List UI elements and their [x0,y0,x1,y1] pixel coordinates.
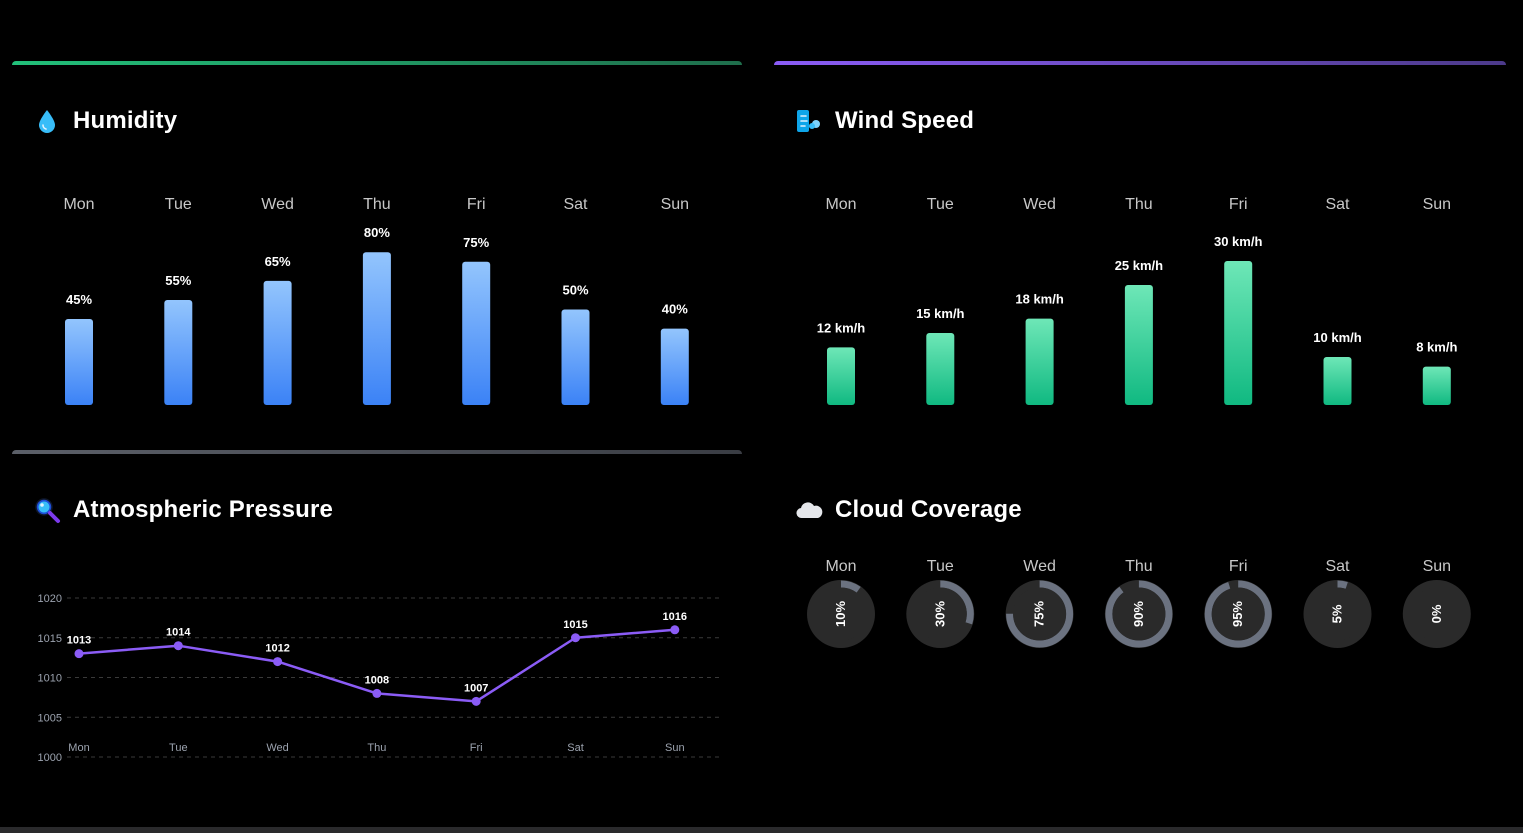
point-mon [74,649,84,659]
cloud-value-thu: 90% [1131,601,1146,627]
day-label-wed: Wed [261,196,294,213]
bar-value-label-wed: 18 km/h [1015,292,1063,307]
bar-value-label-thu: 25 km/h [1115,258,1163,273]
humidity-card: Humidity Mon 45% Tue 55% Wed 65% Thu 80% Fri 75% S… [12,61,742,446]
bar-thu [362,252,391,405]
bar-wed [1025,318,1054,405]
point-sun [670,625,680,635]
day-label-sun: Sun [661,196,689,213]
point-label-sun: 1016 [663,611,687,623]
y-tick-1020: 1020 [38,593,62,605]
bar-sat [561,309,590,405]
point-fri [471,696,481,706]
bar-value-label-sat: 10 km/h [1313,330,1361,345]
cloud-card: Cloud Coverage Mon 10% Tue 30% Wed 75% Thu 90% F… [774,450,1506,825]
cloud-value-sun: 0% [1429,604,1444,623]
day-label-fri: Fri [467,196,486,213]
pressure-card: Atmospheric Pressure 1000 1005 1010 1015 102… [12,450,742,825]
x-tick-thu: Thu [367,742,386,754]
point-label-tue: 1014 [166,627,191,639]
day-label-mon: Mon [63,196,94,213]
bar-value-label-mon: 12 km/h [817,320,865,335]
cloud-value-fri: 95% [1230,601,1245,627]
bar-tue [926,333,955,405]
bar-value-label-tue: 55% [165,273,191,288]
day-label-thu: Thu [1125,196,1153,213]
bar-value-label-sun: 40% [662,302,688,317]
point-label-thu: 1008 [365,674,389,686]
bar-sun [660,328,689,405]
x-tick-wed: Wed [266,742,288,754]
day-label-wed: Wed [1023,196,1056,213]
x-tick-mon: Mon [68,742,89,754]
cloud-day-label-wed: Wed [1023,558,1056,575]
bar-sat [1323,357,1352,405]
x-tick-tue: Tue [169,742,188,754]
bar-value-label-fri: 75% [463,235,489,250]
y-tick-1000: 1000 [38,752,62,764]
bar-wed [263,280,292,405]
point-wed [273,657,283,667]
bar-value-label-wed: 65% [265,254,291,269]
point-tue [173,641,183,651]
page-bottom-divider [0,827,1523,833]
cloud-chart: Mon 10% Tue 30% Wed 75% Thu 90% Fri 95% Sat 5% Sun 0% [807,558,1471,648]
bar-value-label-thu: 80% [364,225,390,240]
day-label-thu: Thu [363,196,391,213]
cloud-value-mon: 10% [833,601,848,627]
x-tick-fri: Fri [470,742,483,754]
day-label-sat: Sat [1325,196,1350,213]
pressure-chart: 1000 1005 1010 1015 1020 1013 Mon 1014 Tue 1012 We… [38,593,720,764]
day-label-fri: Fri [1229,196,1248,213]
point-thu [372,688,382,698]
cloud-day-label-thu: Thu [1125,558,1153,575]
bar-tue [164,299,193,405]
bar-value-label-sun: 8 km/h [1416,340,1457,355]
day-label-sun: Sun [1423,196,1451,213]
bar-fri [462,261,491,405]
bar-mon [65,319,93,405]
bar-value-label-mon: 45% [66,292,92,307]
y-tick-1010: 1010 [38,673,62,685]
x-tick-sat: Sat [567,742,584,754]
bar-value-label-tue: 15 km/h [916,306,964,321]
day-label-mon: Mon [825,196,856,213]
cloud-day-label-sun: Sun [1423,558,1451,575]
y-tick-1015: 1015 [38,633,62,645]
day-label-tue: Tue [165,196,192,213]
bar-fri [1224,261,1253,405]
bar-thu [1124,285,1153,405]
point-label-fri: 1007 [464,682,488,694]
point-label-mon: 1013 [67,635,91,647]
cloud-value-wed: 75% [1032,601,1047,627]
humidity-chart: Mon 45% Tue 55% Wed 65% Thu 80% Fri 75% Sat 50% Sun 4… [63,196,689,405]
y-tick-1005: 1005 [38,712,62,724]
wind-card: Wind Speed Mon 12 km/h Tue 15 km/h Wed 18 km/… [774,61,1506,446]
cloud-value-tue: 30% [932,601,947,627]
cloud-day-label-sat: Sat [1325,558,1350,575]
day-label-sat: Sat [563,196,588,213]
bar-value-label-sat: 50% [562,283,588,298]
cloud-day-label-tue: Tue [927,558,954,575]
point-sat [571,633,580,643]
bar-value-label-fri: 30 km/h [1214,234,1262,249]
cloud-day-label-mon: Mon [825,558,856,575]
point-label-sat: 1015 [563,619,587,631]
cloud-value-sat: 5% [1330,604,1345,623]
wind-chart: Mon 12 km/h Tue 15 km/h Wed 18 km/h Thu 25 km/h… [817,196,1457,405]
bar-sun [1422,366,1451,405]
cloud-day-label-fri: Fri [1229,558,1248,575]
point-label-wed: 1012 [265,643,289,655]
bar-mon [827,347,855,405]
day-label-tue: Tue [927,196,954,213]
x-tick-sun: Sun [665,742,685,754]
